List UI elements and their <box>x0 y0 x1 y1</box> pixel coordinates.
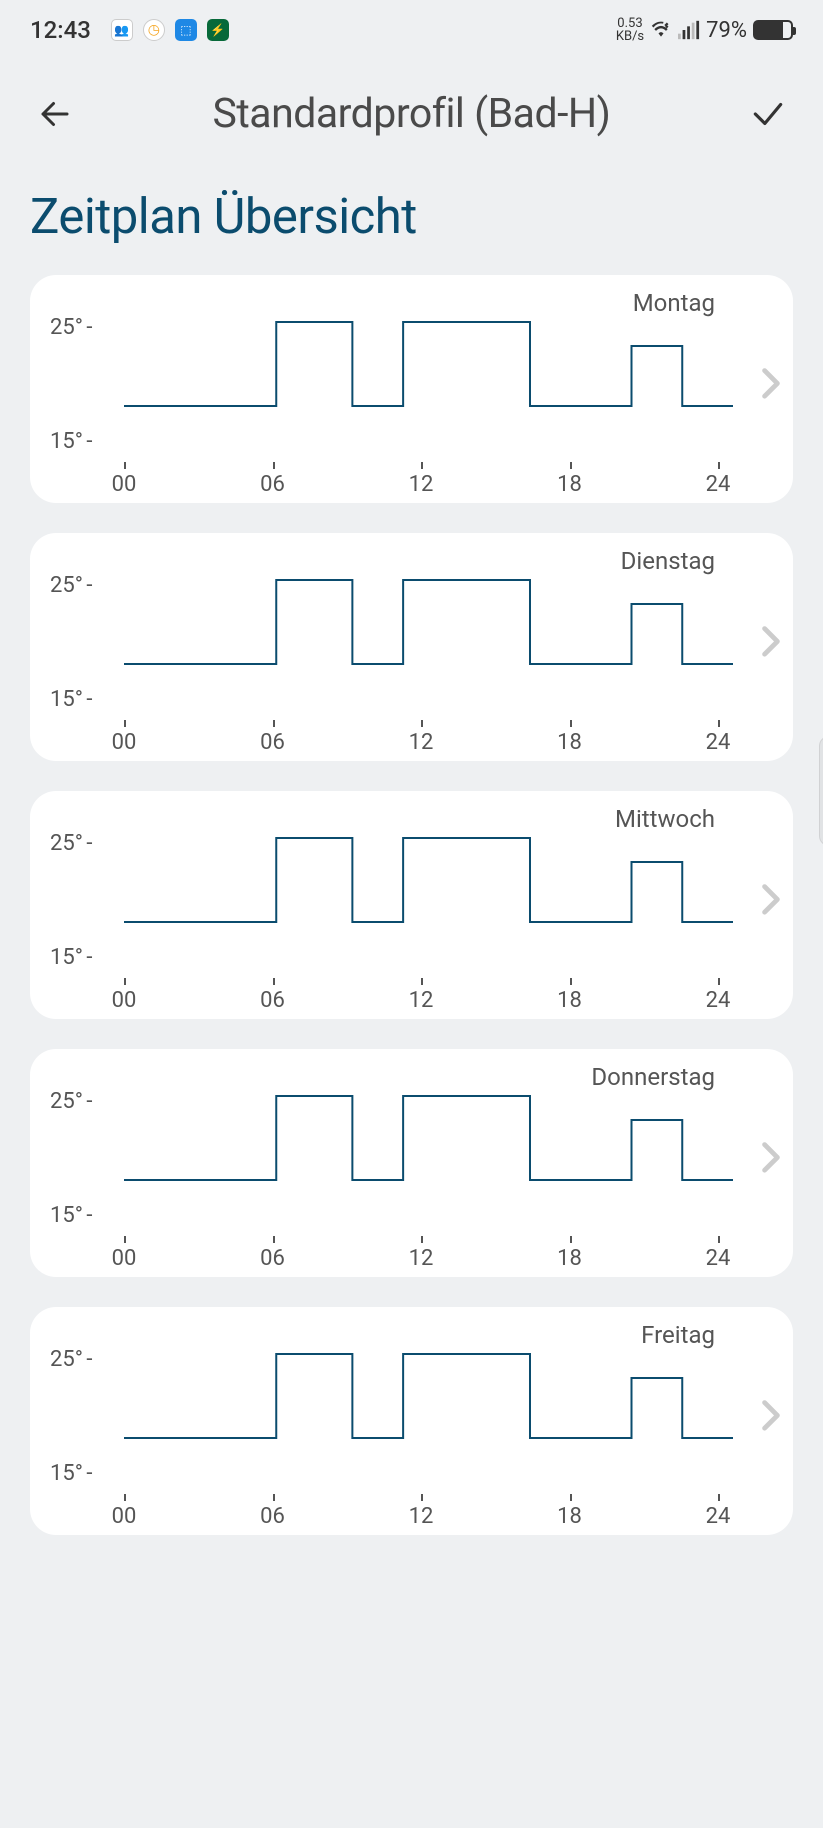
schedule-card[interactable]: Donnerstag 25° - 15° - 0006121824 <box>30 1049 793 1277</box>
status-right: 0.53 KB/s 79% <box>616 17 793 43</box>
schedule-cards: Montag 25° - 15° - 0006121824 Dienstag 2… <box>0 275 823 1535</box>
arrow-left-icon <box>37 96 73 132</box>
x-axis-labels: 0006121824 <box>124 1504 733 1529</box>
y-axis-high: 25° - <box>50 1089 91 1114</box>
x-axis-labels: 0006121824 <box>124 1246 733 1271</box>
x-tick: 12 <box>406 1504 436 1529</box>
x-tick: 18 <box>555 472 585 497</box>
y-axis-low: 15° - <box>50 945 91 970</box>
network-speed: 0.53 KB/s <box>616 17 644 43</box>
app-icon-teams <box>111 19 133 41</box>
header: Standardprofil (Bad-H) <box>0 60 823 173</box>
app-icon-green <box>207 19 229 41</box>
chevron-right-icon <box>761 1399 781 1435</box>
y-axis-low: 15° - <box>50 429 91 454</box>
check-icon <box>749 95 787 133</box>
schedule-plot <box>124 1061 733 1196</box>
x-tick: 24 <box>703 1504 733 1529</box>
network-speed-unit: KB/s <box>616 30 644 43</box>
x-tick: 24 <box>703 730 733 755</box>
side-nav-pill[interactable] <box>819 736 823 846</box>
page-title: Zeitplan Übersicht <box>0 173 823 275</box>
header-title: Standardprofil (Bad-H) <box>213 90 611 138</box>
x-tick: 18 <box>555 988 585 1013</box>
confirm-button[interactable] <box>748 94 788 134</box>
schedule-plot <box>124 287 733 422</box>
y-axis-low: 15° - <box>50 687 91 712</box>
chevron-right-icon <box>761 883 781 919</box>
schedule-card[interactable]: Dienstag 25° - 15° - 0006121824 <box>30 533 793 761</box>
chevron-right-icon <box>761 625 781 661</box>
x-tick: 00 <box>109 1246 139 1271</box>
app-icon-globe <box>143 19 165 41</box>
x-tick: 12 <box>406 730 436 755</box>
x-tick: 06 <box>258 1504 288 1529</box>
x-tick: 18 <box>555 1246 585 1271</box>
day-chart: Mittwoch 25° - 15° - 0006121824 <box>50 803 773 991</box>
x-tick: 00 <box>109 472 139 497</box>
x-tick: 18 <box>555 1504 585 1529</box>
status-time: 12:43 <box>30 16 91 44</box>
x-tick: 06 <box>258 1246 288 1271</box>
x-tick: 12 <box>406 988 436 1013</box>
day-chart: Freitag 25° - 15° - 0006121824 <box>50 1319 773 1507</box>
y-axis-low: 15° - <box>50 1461 91 1486</box>
x-tick: 00 <box>109 1504 139 1529</box>
x-axis-labels: 0006121824 <box>124 730 733 755</box>
x-tick: 00 <box>109 988 139 1013</box>
y-axis-low: 15° - <box>50 1203 91 1228</box>
schedule-plot <box>124 545 733 680</box>
schedule-plot <box>124 803 733 938</box>
battery-fill <box>755 22 783 38</box>
x-tick: 06 <box>258 730 288 755</box>
battery-icon <box>753 20 793 40</box>
chevron-right-icon <box>761 367 781 403</box>
schedule-card[interactable]: Freitag 25° - 15° - 0006121824 <box>30 1307 793 1535</box>
status-bar: 12:43 0.53 KB/s 79% <box>0 0 823 60</box>
y-axis-high: 25° - <box>50 831 91 856</box>
wifi-icon <box>650 20 672 40</box>
x-tick: 12 <box>406 1246 436 1271</box>
battery-percent: 79% <box>706 18 747 43</box>
x-tick: 24 <box>703 1246 733 1271</box>
day-chart: Donnerstag 25° - 15° - 0006121824 <box>50 1061 773 1249</box>
x-tick: 12 <box>406 472 436 497</box>
schedule-card[interactable]: Montag 25° - 15° - 0006121824 <box>30 275 793 503</box>
x-axis-labels: 0006121824 <box>124 472 733 497</box>
back-button[interactable] <box>35 94 75 134</box>
app-icon-blue <box>175 19 197 41</box>
signal-icon <box>678 20 700 40</box>
day-chart: Dienstag 25° - 15° - 0006121824 <box>50 545 773 733</box>
y-axis-high: 25° - <box>50 315 91 340</box>
status-left: 12:43 <box>30 16 229 44</box>
y-axis-high: 25° - <box>50 1347 91 1372</box>
x-tick: 24 <box>703 472 733 497</box>
x-tick: 00 <box>109 730 139 755</box>
day-chart: Montag 25° - 15° - 0006121824 <box>50 287 773 475</box>
x-tick: 24 <box>703 988 733 1013</box>
x-tick: 18 <box>555 730 585 755</box>
schedule-plot <box>124 1319 733 1454</box>
x-tick: 06 <box>258 472 288 497</box>
x-tick: 06 <box>258 988 288 1013</box>
y-axis-high: 25° - <box>50 573 91 598</box>
x-axis-labels: 0006121824 <box>124 988 733 1013</box>
schedule-card[interactable]: Mittwoch 25° - 15° - 0006121824 <box>30 791 793 1019</box>
chevron-right-icon <box>761 1141 781 1177</box>
